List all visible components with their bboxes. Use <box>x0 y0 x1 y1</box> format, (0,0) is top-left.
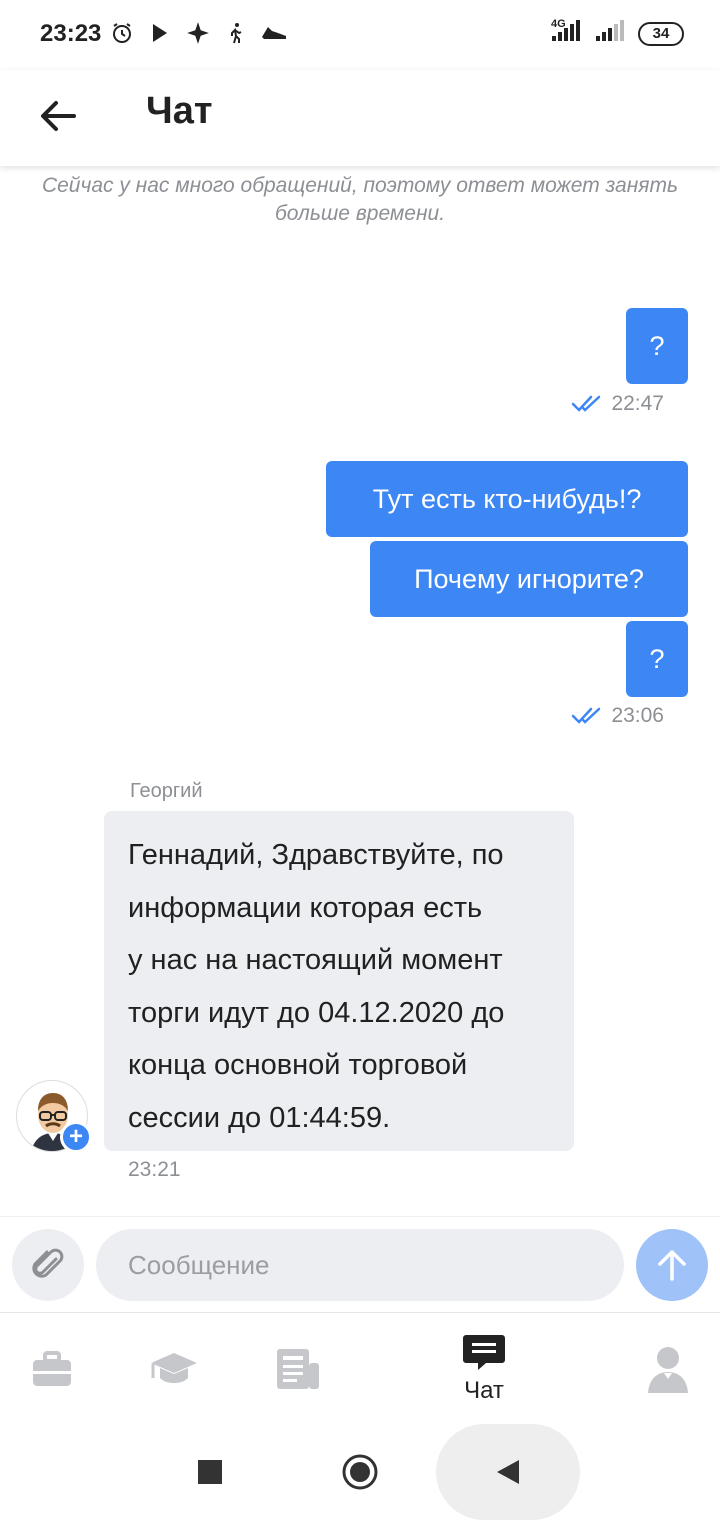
status-right: 34 <box>550 20 684 47</box>
send-button[interactable] <box>636 1229 708 1301</box>
back-button[interactable] <box>30 88 86 144</box>
message-line: торги идут до 04.12.2020 до <box>128 996 505 1029</box>
status-bar: 23:23 4G 34 <box>0 0 720 70</box>
page-title: Чат <box>146 90 213 132</box>
chat-icon <box>463 1335 505 1370</box>
nav-item-profile[interactable] <box>608 1313 720 1425</box>
news-icon <box>277 1349 319 1389</box>
profile-icon <box>648 1347 688 1393</box>
outgoing-message[interactable]: ? <box>626 308 688 384</box>
nav-label: Чат <box>464 1377 504 1404</box>
triangle-back-icon <box>497 1460 519 1484</box>
paperclip-icon <box>32 1248 64 1278</box>
message-time: 22:47 <box>611 392 664 415</box>
signal-icon <box>550 20 584 47</box>
square-icon <box>198 1460 222 1484</box>
nav-item-learning[interactable] <box>114 1313 234 1425</box>
status-notification-icons <box>108 18 288 48</box>
incoming-message[interactable]: Геннадий, Здравствуйте, по информации ко… <box>104 811 574 1151</box>
home-button[interactable] <box>312 1424 408 1520</box>
message-composer <box>0 1216 720 1312</box>
nav-item-chat[interactable]: Чат <box>424 1313 544 1425</box>
chat-messages[interactable]: Сейчас у нас много обращений, поэтому от… <box>0 166 720 1216</box>
message-line: конца основной торговой <box>128 1049 468 1081</box>
circle-icon <box>342 1454 378 1490</box>
outgoing-message[interactable]: Почему игнорите? <box>370 541 688 617</box>
recents-button[interactable] <box>162 1424 258 1520</box>
message-line: у нас на настоящий момент <box>128 944 503 976</box>
nav-item-news[interactable] <box>238 1313 358 1425</box>
graduation-cap-icon <box>151 1353 197 1383</box>
system-nav-bar <box>0 1424 720 1520</box>
outgoing-message[interactable]: ? <box>626 621 688 697</box>
message-line: информации которая есть <box>128 891 483 924</box>
status-time: 23:23 <box>40 20 102 47</box>
outgoing-message[interactable]: Тут есть кто-нибудь!? <box>326 461 688 537</box>
briefcase-icon <box>33 1351 71 1386</box>
arrow-up-icon <box>658 1250 686 1281</box>
attach-button[interactable] <box>12 1229 84 1301</box>
message-time: 23:06 <box>611 704 664 727</box>
system-back-button[interactable] <box>460 1424 556 1520</box>
sender-name: Георгий <box>130 780 203 802</box>
message-meta: 22:47 <box>571 392 664 416</box>
nav-item-portfolio[interactable] <box>0 1313 112 1425</box>
shoe-icon <box>260 18 288 48</box>
arrow-left-icon <box>41 101 76 131</box>
bottom-nav: Чат <box>0 1312 720 1424</box>
alarm-icon <box>108 18 136 48</box>
system-note: Сейчас у нас много обращений, поэтому от… <box>41 174 679 225</box>
walking-icon <box>222 18 250 48</box>
message-time: 23:21 <box>128 1158 181 1181</box>
message-line: сессии до 01:44:59. <box>128 1101 391 1134</box>
play-store-icon <box>146 18 174 48</box>
double-check-icon <box>572 707 601 724</box>
message-meta: 23:06 <box>571 704 664 728</box>
battery-indicator: 34 <box>638 21 684 46</box>
sparkle-icon <box>184 18 212 48</box>
add-contact-button[interactable]: + <box>60 1121 92 1153</box>
double-check-icon <box>572 395 601 412</box>
signal-2-icon <box>594 20 628 47</box>
app-header: Чат <box>0 70 720 166</box>
message-input[interactable] <box>96 1229 624 1301</box>
message-line: Геннадий, Здравствуйте, по <box>128 839 504 871</box>
